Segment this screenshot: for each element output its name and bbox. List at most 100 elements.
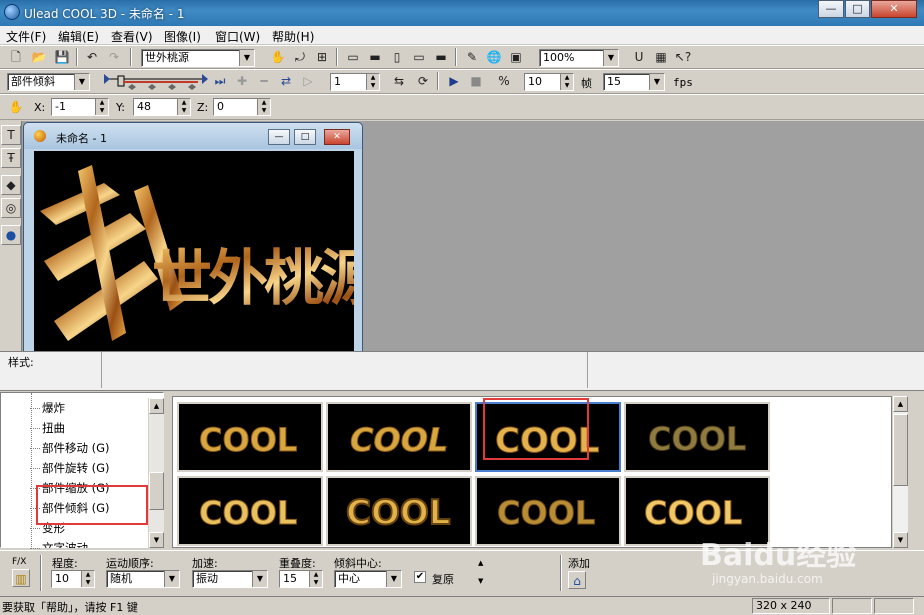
stop-icon[interactable]: ■ bbox=[466, 71, 486, 91]
style-field[interactable] bbox=[102, 352, 588, 388]
gallery-thumb[interactable]: COOL bbox=[177, 476, 323, 546]
next-icon[interactable]: ▷ bbox=[298, 71, 318, 91]
tree-scroll-thumb[interactable] bbox=[149, 472, 164, 510]
timeline-slider[interactable] bbox=[98, 73, 210, 91]
gallery-thumb[interactable]: COOL bbox=[475, 476, 621, 546]
undo-icon[interactable]: ↶ bbox=[82, 47, 102, 67]
sphere-icon[interactable]: ● bbox=[1, 225, 21, 245]
zoom-combo[interactable]: 100% ▼ bbox=[539, 49, 619, 67]
zoom-fit-icon[interactable]: ⊞ bbox=[312, 47, 332, 67]
gallery-scroll-thumb[interactable] bbox=[893, 414, 908, 486]
hand-move-icon[interactable]: ✋ bbox=[6, 97, 26, 117]
skip-end-icon[interactable]: ⏭ bbox=[210, 71, 230, 91]
tree-item[interactable]: 扭曲 bbox=[42, 420, 65, 436]
render-canvas[interactable]: 世外桃源 bbox=[34, 151, 354, 351]
menu-image[interactable]: 图像(I) bbox=[164, 28, 201, 45]
maximize-button[interactable]: □ bbox=[845, 0, 870, 18]
new-file-icon[interactable]: 🗋 bbox=[6, 47, 26, 67]
chevron-down-icon[interactable]: ▼ bbox=[239, 50, 254, 66]
y-spinner[interactable]: 48 ▲ ▼ bbox=[133, 98, 191, 116]
frames-spinner[interactable]: 10 ▲ ▼ bbox=[524, 73, 574, 91]
view-front-icon[interactable]: ▭ bbox=[343, 47, 363, 67]
spinner-arrows-icon[interactable]: ▲ ▼ bbox=[81, 571, 94, 587]
gallery-thumb[interactable]: COOL bbox=[624, 402, 770, 472]
spinner-arrows-icon[interactable]: ▲ ▼ bbox=[257, 99, 270, 115]
fx-icon[interactable]: ▥ bbox=[12, 569, 30, 587]
text-combo[interactable]: 世外桃源 ▼ bbox=[141, 49, 255, 67]
scroll-down-icon[interactable]: ▼ bbox=[893, 532, 908, 548]
chevron-down-icon[interactable]: ▼ bbox=[74, 74, 89, 90]
spinner-arrows-icon[interactable]: ▲ ▼ bbox=[309, 571, 322, 587]
menu-edit[interactable]: 编辑(E) bbox=[58, 28, 99, 45]
save-icon[interactable]: 💾 bbox=[52, 47, 72, 67]
menu-help[interactable]: 帮助(H) bbox=[272, 28, 314, 45]
scroll-down-icon[interactable]: ▼ bbox=[149, 532, 164, 548]
spinner-arrows-icon[interactable]: ▲ ▼ bbox=[177, 99, 190, 115]
chevron-down-icon[interactable]: ▼ bbox=[649, 74, 664, 90]
menu-window[interactable]: 窗口(W) bbox=[215, 28, 260, 45]
scroll-up-icon[interactable]: ▲ bbox=[893, 396, 908, 412]
center-combo[interactable]: 中心 ▼ bbox=[334, 570, 402, 588]
context-help-icon[interactable]: ↖? bbox=[673, 47, 693, 67]
globe-icon[interactable]: 🌐 bbox=[484, 47, 504, 67]
chevron-down-icon[interactable]: ▼ bbox=[252, 571, 267, 587]
close-button[interactable]: ✕ bbox=[871, 0, 917, 18]
view-bottom-icon[interactable]: ▬ bbox=[431, 47, 451, 67]
chart-icon[interactable]: ▣ bbox=[506, 47, 526, 67]
z-spinner[interactable]: 0 ▲ ▼ bbox=[213, 98, 271, 116]
document-window[interactable]: 未命名 - 1 — □ ✕ 世外桃源 bbox=[23, 122, 363, 354]
tree-item[interactable]: 爆炸 bbox=[42, 400, 65, 416]
doc-close-button[interactable]: ✕ bbox=[324, 129, 350, 145]
spinner-arrows-icon[interactable]: ▲ ▼ bbox=[366, 74, 379, 90]
effect-combo[interactable]: 部件倾斜 ▼ bbox=[7, 73, 90, 91]
tree-scrollbar[interactable]: ▲ ▼ bbox=[148, 398, 164, 548]
accel-combo[interactable]: 振动 ▼ bbox=[192, 570, 268, 588]
spinner-arrows-icon[interactable]: ▲ ▼ bbox=[95, 99, 108, 115]
x-spinner[interactable]: -1 ▲ ▼ bbox=[51, 98, 109, 116]
play-icon[interactable]: ▶ bbox=[444, 71, 464, 91]
light-icon[interactable]: ✎ bbox=[462, 47, 482, 67]
select-object-icon[interactable]: ◎ bbox=[1, 198, 21, 218]
view-top-icon[interactable]: ▬ bbox=[365, 47, 385, 67]
tree-item[interactable]: 文字波动 bbox=[42, 540, 88, 548]
motion-icon[interactable]: % bbox=[494, 71, 514, 91]
open-folder-icon[interactable]: 📂 bbox=[29, 47, 49, 67]
redo-icon[interactable]: ↷ bbox=[104, 47, 124, 67]
loop-icon[interactable]: ⇆ bbox=[389, 71, 409, 91]
chevron-down-icon[interactable]: ▼ bbox=[603, 50, 618, 66]
add-keyframe-icon[interactable]: ✚ bbox=[232, 71, 252, 91]
reverse-icon[interactable]: ⇄ bbox=[276, 71, 296, 91]
remove-keyframe-icon[interactable]: ━ bbox=[254, 71, 274, 91]
param-scroll-down-icon[interactable]: ▼ bbox=[478, 577, 483, 585]
ulead-logo-icon[interactable]: U bbox=[629, 47, 649, 67]
menu-file[interactable]: 文件(F) bbox=[6, 28, 46, 45]
chevron-down-icon[interactable]: ▼ bbox=[386, 571, 401, 587]
overlap-spinner[interactable]: 15 ▲ ▼ bbox=[279, 570, 323, 588]
hand-icon[interactable]: ✋ bbox=[268, 47, 288, 67]
chevron-down-icon[interactable]: ▼ bbox=[164, 571, 179, 587]
tree-item[interactable]: 部件旋转 (G) bbox=[42, 460, 110, 476]
insert-shape-icon[interactable]: ◆ bbox=[1, 175, 21, 195]
minimize-button[interactable]: — bbox=[818, 0, 844, 18]
doc-minimize-button[interactable]: — bbox=[268, 129, 290, 145]
gallery-thumb[interactable]: COOL bbox=[326, 402, 472, 472]
edit-text-icon[interactable]: Ŧ bbox=[1, 148, 21, 168]
param-scroll-up-icon[interactable]: ▲ bbox=[478, 559, 483, 567]
gallery-scrollbar[interactable]: ▲ ▼ bbox=[892, 396, 908, 548]
gallery-thumb[interactable]: COOL bbox=[326, 476, 472, 546]
spinner-arrows-icon[interactable]: ▲ ▼ bbox=[560, 74, 573, 90]
fps-combo[interactable]: 15 ▼ bbox=[603, 73, 665, 91]
add-icon[interactable]: ⌂ bbox=[568, 571, 586, 589]
document-titlebar[interactable]: 未命名 - 1 — □ ✕ bbox=[24, 123, 362, 149]
gallery-icon[interactable]: ▦ bbox=[651, 47, 671, 67]
insert-text-icon[interactable]: T bbox=[1, 125, 21, 145]
rotate-hand-icon[interactable]: ⤾ bbox=[290, 47, 310, 67]
refresh-icon[interactable]: ⟳ bbox=[413, 71, 433, 91]
restore-checkbox[interactable]: ✔ bbox=[414, 571, 426, 583]
order-combo[interactable]: 随机 ▼ bbox=[106, 570, 180, 588]
app-icon[interactable] bbox=[4, 4, 20, 20]
view-side-icon[interactable]: ▯ bbox=[387, 47, 407, 67]
gallery-thumb[interactable]: COOL bbox=[177, 402, 323, 472]
doc-maximize-button[interactable]: □ bbox=[294, 129, 316, 145]
degree-spinner[interactable]: 10 ▲ ▼ bbox=[51, 570, 95, 588]
